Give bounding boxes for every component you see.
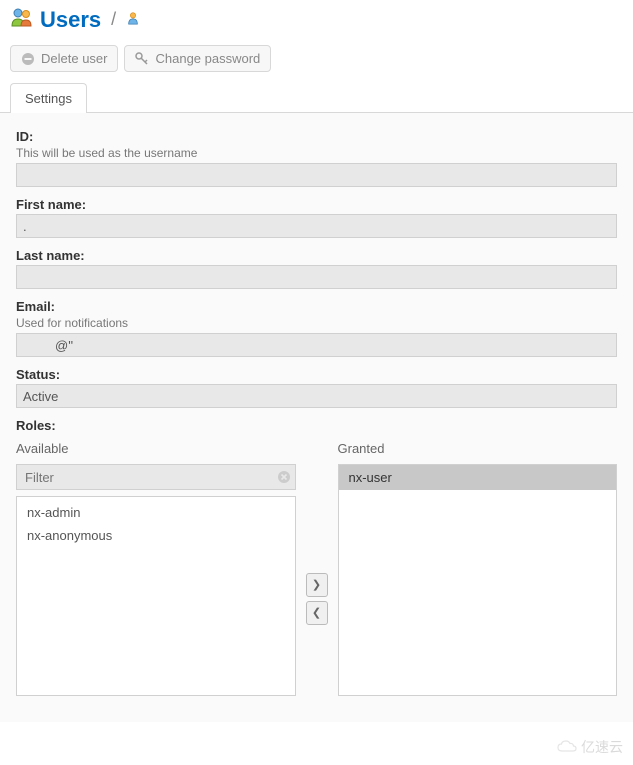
tabs: Settings (0, 82, 633, 112)
users-icon (10, 6, 34, 33)
transfer-buttons: ❯ ❮ (306, 441, 328, 696)
form-group-email: Email: Used for notifications (16, 299, 617, 357)
email-input[interactable] (16, 333, 617, 357)
last-name-label: Last name: (16, 248, 617, 263)
filter-input[interactable] (16, 464, 296, 490)
move-left-button[interactable]: ❮ (306, 601, 328, 625)
chevron-right-icon: ❯ (312, 578, 321, 591)
change-password-label: Change password (155, 51, 260, 66)
page-title: Users (40, 7, 101, 33)
last-name-input[interactable] (16, 265, 617, 289)
form-group-first-name: First name: (16, 197, 617, 238)
page-header: Users / (0, 0, 633, 43)
roles-label: Roles: (16, 418, 617, 433)
tab-settings[interactable]: Settings (10, 83, 87, 113)
available-label: Available (16, 441, 296, 456)
first-name-input[interactable] (16, 214, 617, 238)
form-group-id: ID: This will be used as the username (16, 129, 617, 187)
list-item[interactable]: nx-anonymous (17, 524, 295, 547)
id-input[interactable] (16, 163, 617, 187)
cloud-icon (556, 740, 578, 754)
list-item[interactable]: nx-admin (17, 501, 295, 524)
list-item[interactable]: nx-user (339, 465, 617, 490)
granted-list[interactable]: nx-user (338, 464, 618, 696)
watermark-text: 亿速云 (581, 737, 623, 757)
breadcrumb-separator: / (111, 9, 116, 30)
chevron-left-icon: ❮ (312, 606, 321, 619)
user-small-icon (126, 11, 140, 28)
form-group-last-name: Last name: (16, 248, 617, 289)
id-hint: This will be used as the username (16, 146, 617, 160)
roles-transfer: Available nx-admin nx-a (16, 441, 617, 696)
status-input[interactable] (16, 384, 617, 408)
roles-available-col: Available nx-admin nx-a (16, 441, 296, 696)
granted-label: Granted (338, 441, 618, 456)
first-name-label: First name: (16, 197, 617, 212)
key-icon (135, 52, 149, 66)
move-right-button[interactable]: ❯ (306, 573, 328, 597)
settings-panel: ID: This will be used as the username Fi… (0, 112, 633, 722)
delete-user-label: Delete user (41, 51, 107, 66)
email-hint: Used for notifications (16, 316, 617, 330)
watermark: 亿速云 (556, 737, 623, 757)
email-label: Email: (16, 299, 617, 314)
id-label: ID: (16, 129, 617, 144)
form-group-roles: Roles: Available (16, 418, 617, 696)
form-group-status: Status: (16, 367, 617, 408)
filter-wrap (16, 464, 296, 490)
delete-user-button[interactable]: Delete user (10, 45, 118, 72)
clear-filter-icon[interactable] (277, 470, 291, 484)
toolbar: Delete user Change password (0, 43, 633, 82)
available-list[interactable]: nx-admin nx-anonymous (16, 496, 296, 696)
change-password-button[interactable]: Change password (124, 45, 271, 72)
status-label: Status: (16, 367, 617, 382)
minus-circle-icon (21, 52, 35, 66)
roles-granted-col: Granted nx-user (338, 441, 618, 696)
